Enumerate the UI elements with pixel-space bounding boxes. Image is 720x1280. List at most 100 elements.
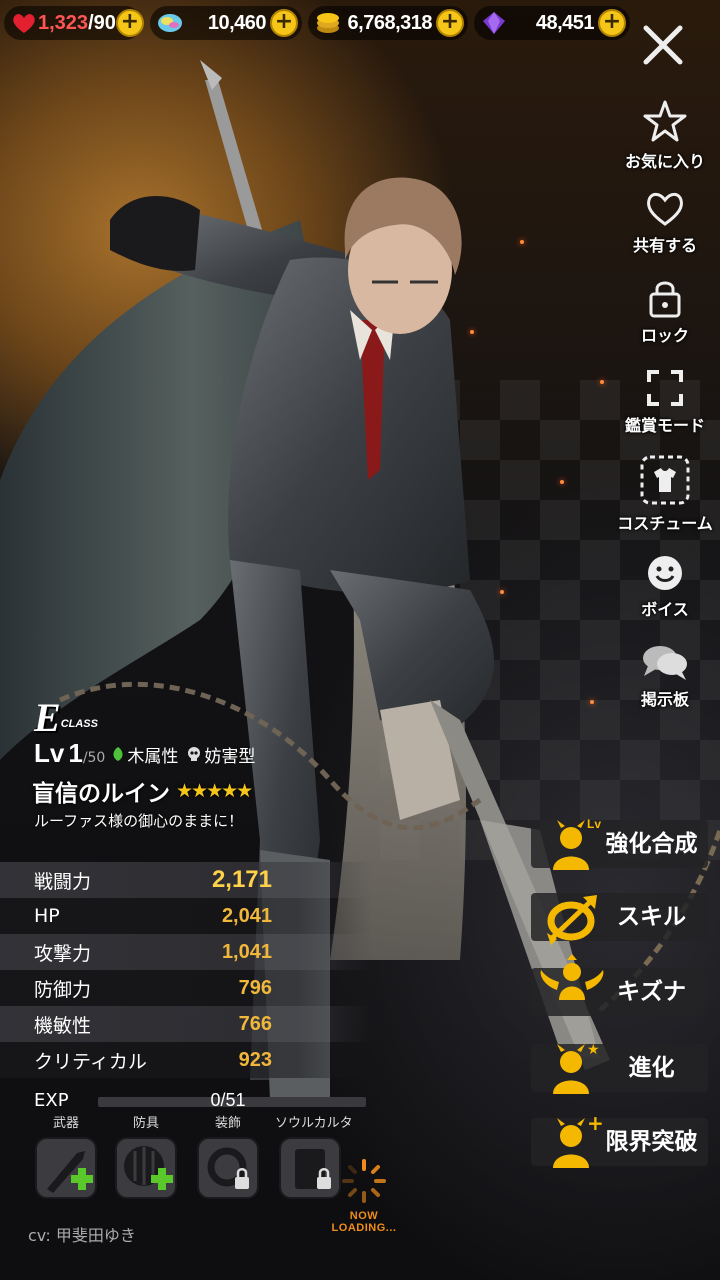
chat-bubble-icon — [643, 646, 687, 680]
ember-particle — [470, 330, 474, 334]
stat-value: 2,041 — [221, 904, 272, 927]
slot-label: ソウルカルタ — [275, 1116, 353, 1131]
add-crystal-button[interactable]: + — [270, 9, 298, 37]
stat-value: 923 — [238, 1048, 272, 1071]
stamina-value: 1,323 — [38, 11, 89, 34]
heart-outline-icon — [647, 192, 683, 226]
leaf-icon — [113, 747, 123, 761]
loading-spinner-icon — [342, 1159, 386, 1203]
voice-button[interactable]: ボイス — [610, 554, 720, 620]
character-name-row: 盲信のルイン ★★★★★ — [32, 774, 253, 808]
limit-break-label: 限界突破 — [605, 1129, 698, 1155]
close-icon[interactable] — [640, 22, 686, 68]
costume-label: コスチューム — [617, 514, 713, 533]
slot-label: 防具 — [132, 1116, 159, 1131]
add-gem-button[interactable]: + — [598, 9, 626, 37]
skull-icon — [188, 747, 201, 761]
favorite-label: お気に入り — [624, 152, 705, 171]
stat-value: 2,171 — [211, 866, 272, 893]
ember-particle — [590, 700, 594, 704]
view-mode-button[interactable]: 鑑賞モード — [610, 368, 720, 436]
loading-indicator: NOW LOADING... — [316, 1158, 412, 1234]
slot-box — [197, 1137, 259, 1199]
slot-box — [115, 1137, 177, 1199]
element-label: 木属性 — [127, 746, 179, 767]
share-label: 共有する — [632, 236, 697, 255]
ember-particle — [520, 240, 524, 244]
board-button[interactable]: 掲示板 — [610, 642, 720, 710]
evolve-label: 進化 — [628, 1055, 675, 1081]
slot-label: 武器 — [52, 1116, 79, 1131]
weapon-knife-icon — [47, 1151, 93, 1193]
accessory-ring-icon — [207, 1147, 249, 1189]
heart-icon — [13, 14, 35, 33]
bond-label: キズナ — [617, 979, 686, 1005]
star-icon — [643, 100, 687, 142]
stat-row-attack: 攻撃力 1,041 — [0, 934, 372, 970]
stat-row-critical: クリティカル 923 — [0, 1042, 372, 1078]
type-tag: 妨害型 — [186, 742, 255, 767]
stat-row-power: 戦闘力 2,171 — [0, 862, 372, 898]
class-badge: ECLASS — [34, 694, 98, 741]
add-gold-button[interactable]: + — [436, 9, 464, 37]
voice-actor-credit: cv: 甲斐田ゆき — [28, 1226, 136, 1245]
share-button[interactable]: 共有する — [610, 188, 720, 256]
rainbow-crystal-icon — [158, 14, 182, 32]
level-row: Lv 1 /50 木属性 妨害型 — [34, 738, 263, 769]
exp-label: EXP — [34, 1090, 69, 1111]
equip-slot-accessory[interactable]: 装飾 — [193, 1112, 263, 1199]
purple-gem-icon — [483, 12, 505, 34]
equip-slot-weapon[interactable]: 武器 — [31, 1112, 101, 1199]
stat-label: 機敏性 — [34, 1014, 92, 1037]
skill-button[interactable]: スキル — [531, 893, 708, 945]
stat-label: HP — [34, 905, 60, 927]
lock-button[interactable]: ロック — [610, 278, 720, 346]
class-label: CLASS — [60, 718, 98, 730]
ember-particle — [600, 380, 604, 384]
smile-icon — [648, 556, 682, 590]
enhance-badge: Lv — [587, 817, 601, 831]
stat-label: クリティカル — [34, 1050, 147, 1073]
crystal-counter: 10,460 + — [150, 6, 302, 40]
slot-box — [35, 1137, 97, 1199]
costume-button[interactable]: コスチューム — [610, 454, 720, 534]
enhance-button[interactable]: Lv 強化合成 — [531, 817, 708, 870]
type-label: 妨害型 — [204, 746, 256, 767]
stat-value: 796 — [238, 976, 272, 999]
fullscreen-icon — [647, 370, 683, 406]
stat-value: 1,041 — [221, 940, 272, 963]
evolve-icon: ★ — [553, 1042, 600, 1094]
armor-shield-icon — [124, 1146, 173, 1190]
stats-table: 戦闘力 2,171 HP 2,041 攻撃力 1,041 防御力 796 機敏性 766 … — [0, 862, 372, 1078]
slot-label: 装飾 — [214, 1116, 241, 1131]
costume-icon — [640, 455, 690, 505]
stat-label: 防御力 — [34, 978, 92, 1001]
ember-particle — [500, 590, 504, 594]
stat-row-defense: 防御力 796 — [0, 970, 372, 1006]
stat-label: 戦闘力 — [34, 870, 92, 893]
bond-button[interactable]: キズナ — [531, 954, 708, 1016]
add-stamina-button[interactable]: + — [115, 9, 144, 37]
stat-label: 攻撃力 — [34, 942, 92, 965]
limit-break-button[interactable]: + 限界突破 — [531, 1112, 708, 1168]
enhance-label: 強化合成 — [605, 831, 698, 857]
bond-wings-icon — [540, 954, 604, 1000]
skill-label: スキル — [617, 904, 686, 930]
stat-value: 766 — [238, 1012, 272, 1035]
favorite-button[interactable]: お気に入り — [610, 98, 720, 172]
exp-value: 0/51 — [210, 1090, 246, 1110]
rarity-stars: ★★★★★ — [176, 780, 253, 802]
character-name: 盲信のルイン — [32, 781, 170, 807]
evolve-button[interactable]: ★ 進化 — [531, 1042, 708, 1094]
stamina-counter: 1,323 /90 + — [4, 6, 144, 40]
board-label: 掲示板 — [640, 690, 689, 709]
level-max: /50 — [82, 750, 106, 766]
gem-counter: 48,451 + — [474, 6, 630, 40]
stat-row-agility: 機敏性 766 — [0, 1006, 372, 1042]
limit-break-icon: + — [553, 1112, 603, 1168]
equip-slot-armor[interactable]: 防具 — [111, 1112, 181, 1199]
gold-coin-icon — [317, 13, 339, 33]
stat-row-hp: HP 2,041 — [0, 898, 372, 934]
class-letter: E — [34, 695, 61, 740]
voice-label: ボイス — [641, 600, 689, 619]
